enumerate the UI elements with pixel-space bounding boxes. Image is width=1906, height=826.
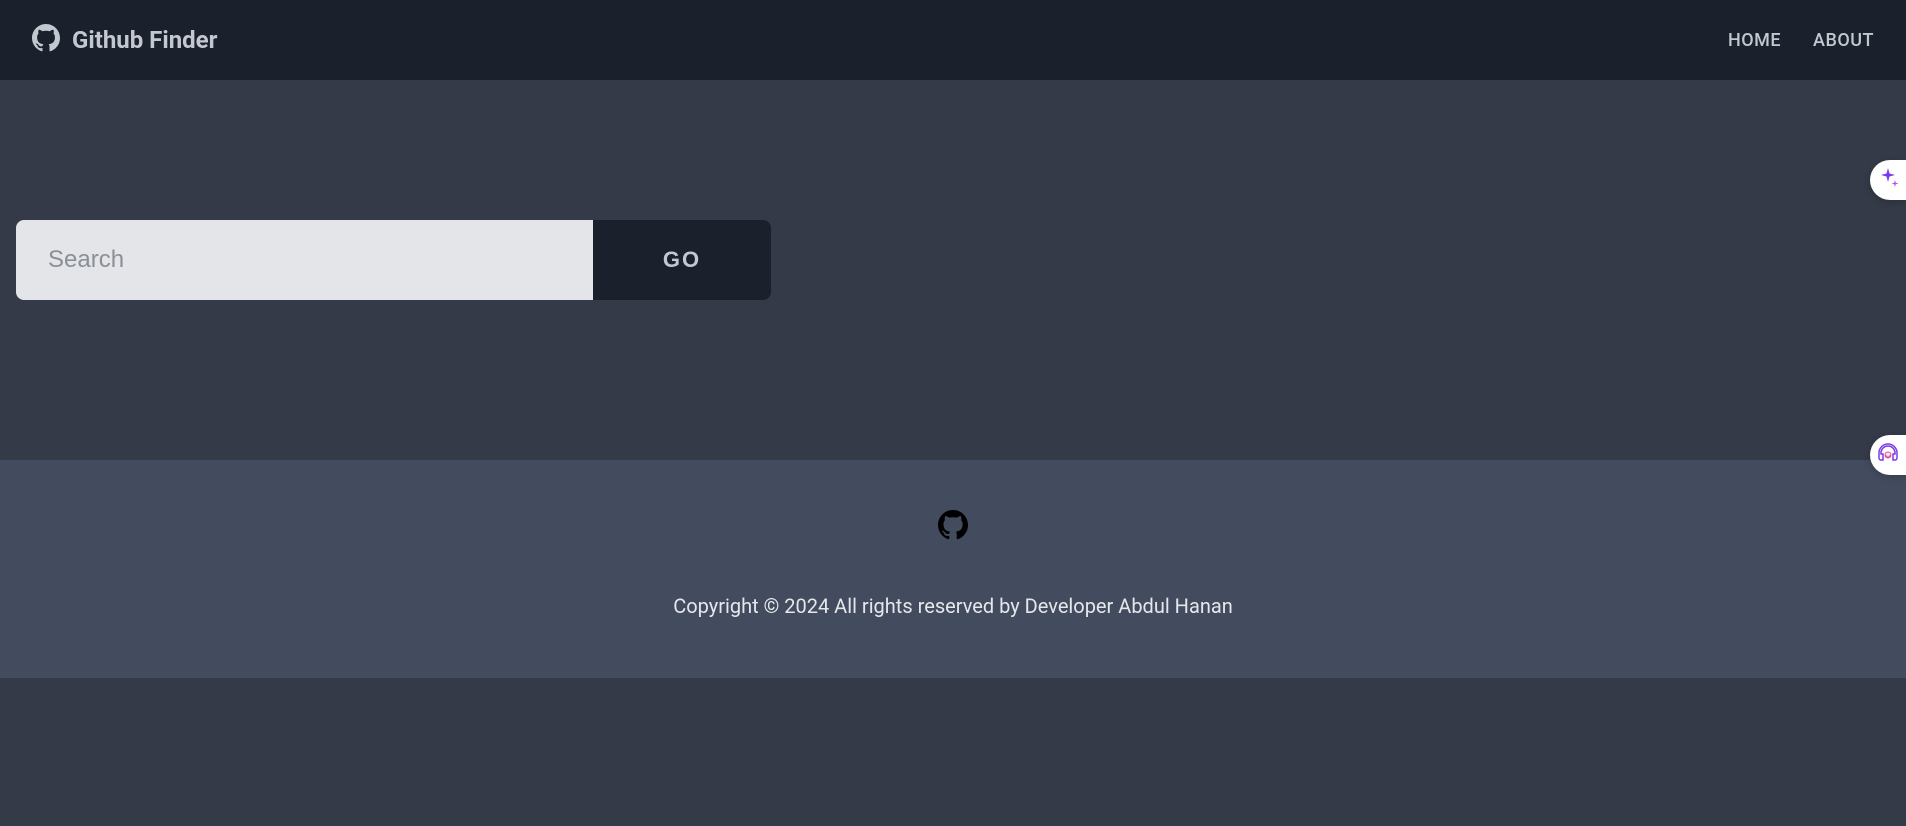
- search-button[interactable]: GO: [593, 220, 771, 300]
- navbar-links: HOME ABOUT: [1728, 30, 1874, 51]
- github-icon: [938, 575, 968, 594]
- sparkle-widget[interactable]: [1870, 160, 1906, 200]
- search-form: GO: [16, 220, 771, 300]
- nav-link-about[interactable]: ABOUT: [1813, 30, 1874, 51]
- footer: Copyright © 2024 All rights reserved by …: [0, 460, 1906, 678]
- navbar: Github Finder HOME ABOUT: [0, 0, 1906, 80]
- nav-link-home[interactable]: HOME: [1728, 30, 1781, 51]
- headset-icon: [1876, 441, 1900, 469]
- navbar-title: Github Finder: [72, 26, 217, 54]
- footer-copyright: Copyright © 2024 All rights reserved by …: [0, 594, 1906, 618]
- sparkle-icon: [1876, 166, 1900, 194]
- github-icon: [32, 24, 60, 56]
- support-widget[interactable]: [1870, 435, 1906, 475]
- navbar-brand[interactable]: Github Finder: [32, 24, 217, 56]
- main-content: GO: [0, 80, 1906, 460]
- search-input[interactable]: [16, 220, 593, 300]
